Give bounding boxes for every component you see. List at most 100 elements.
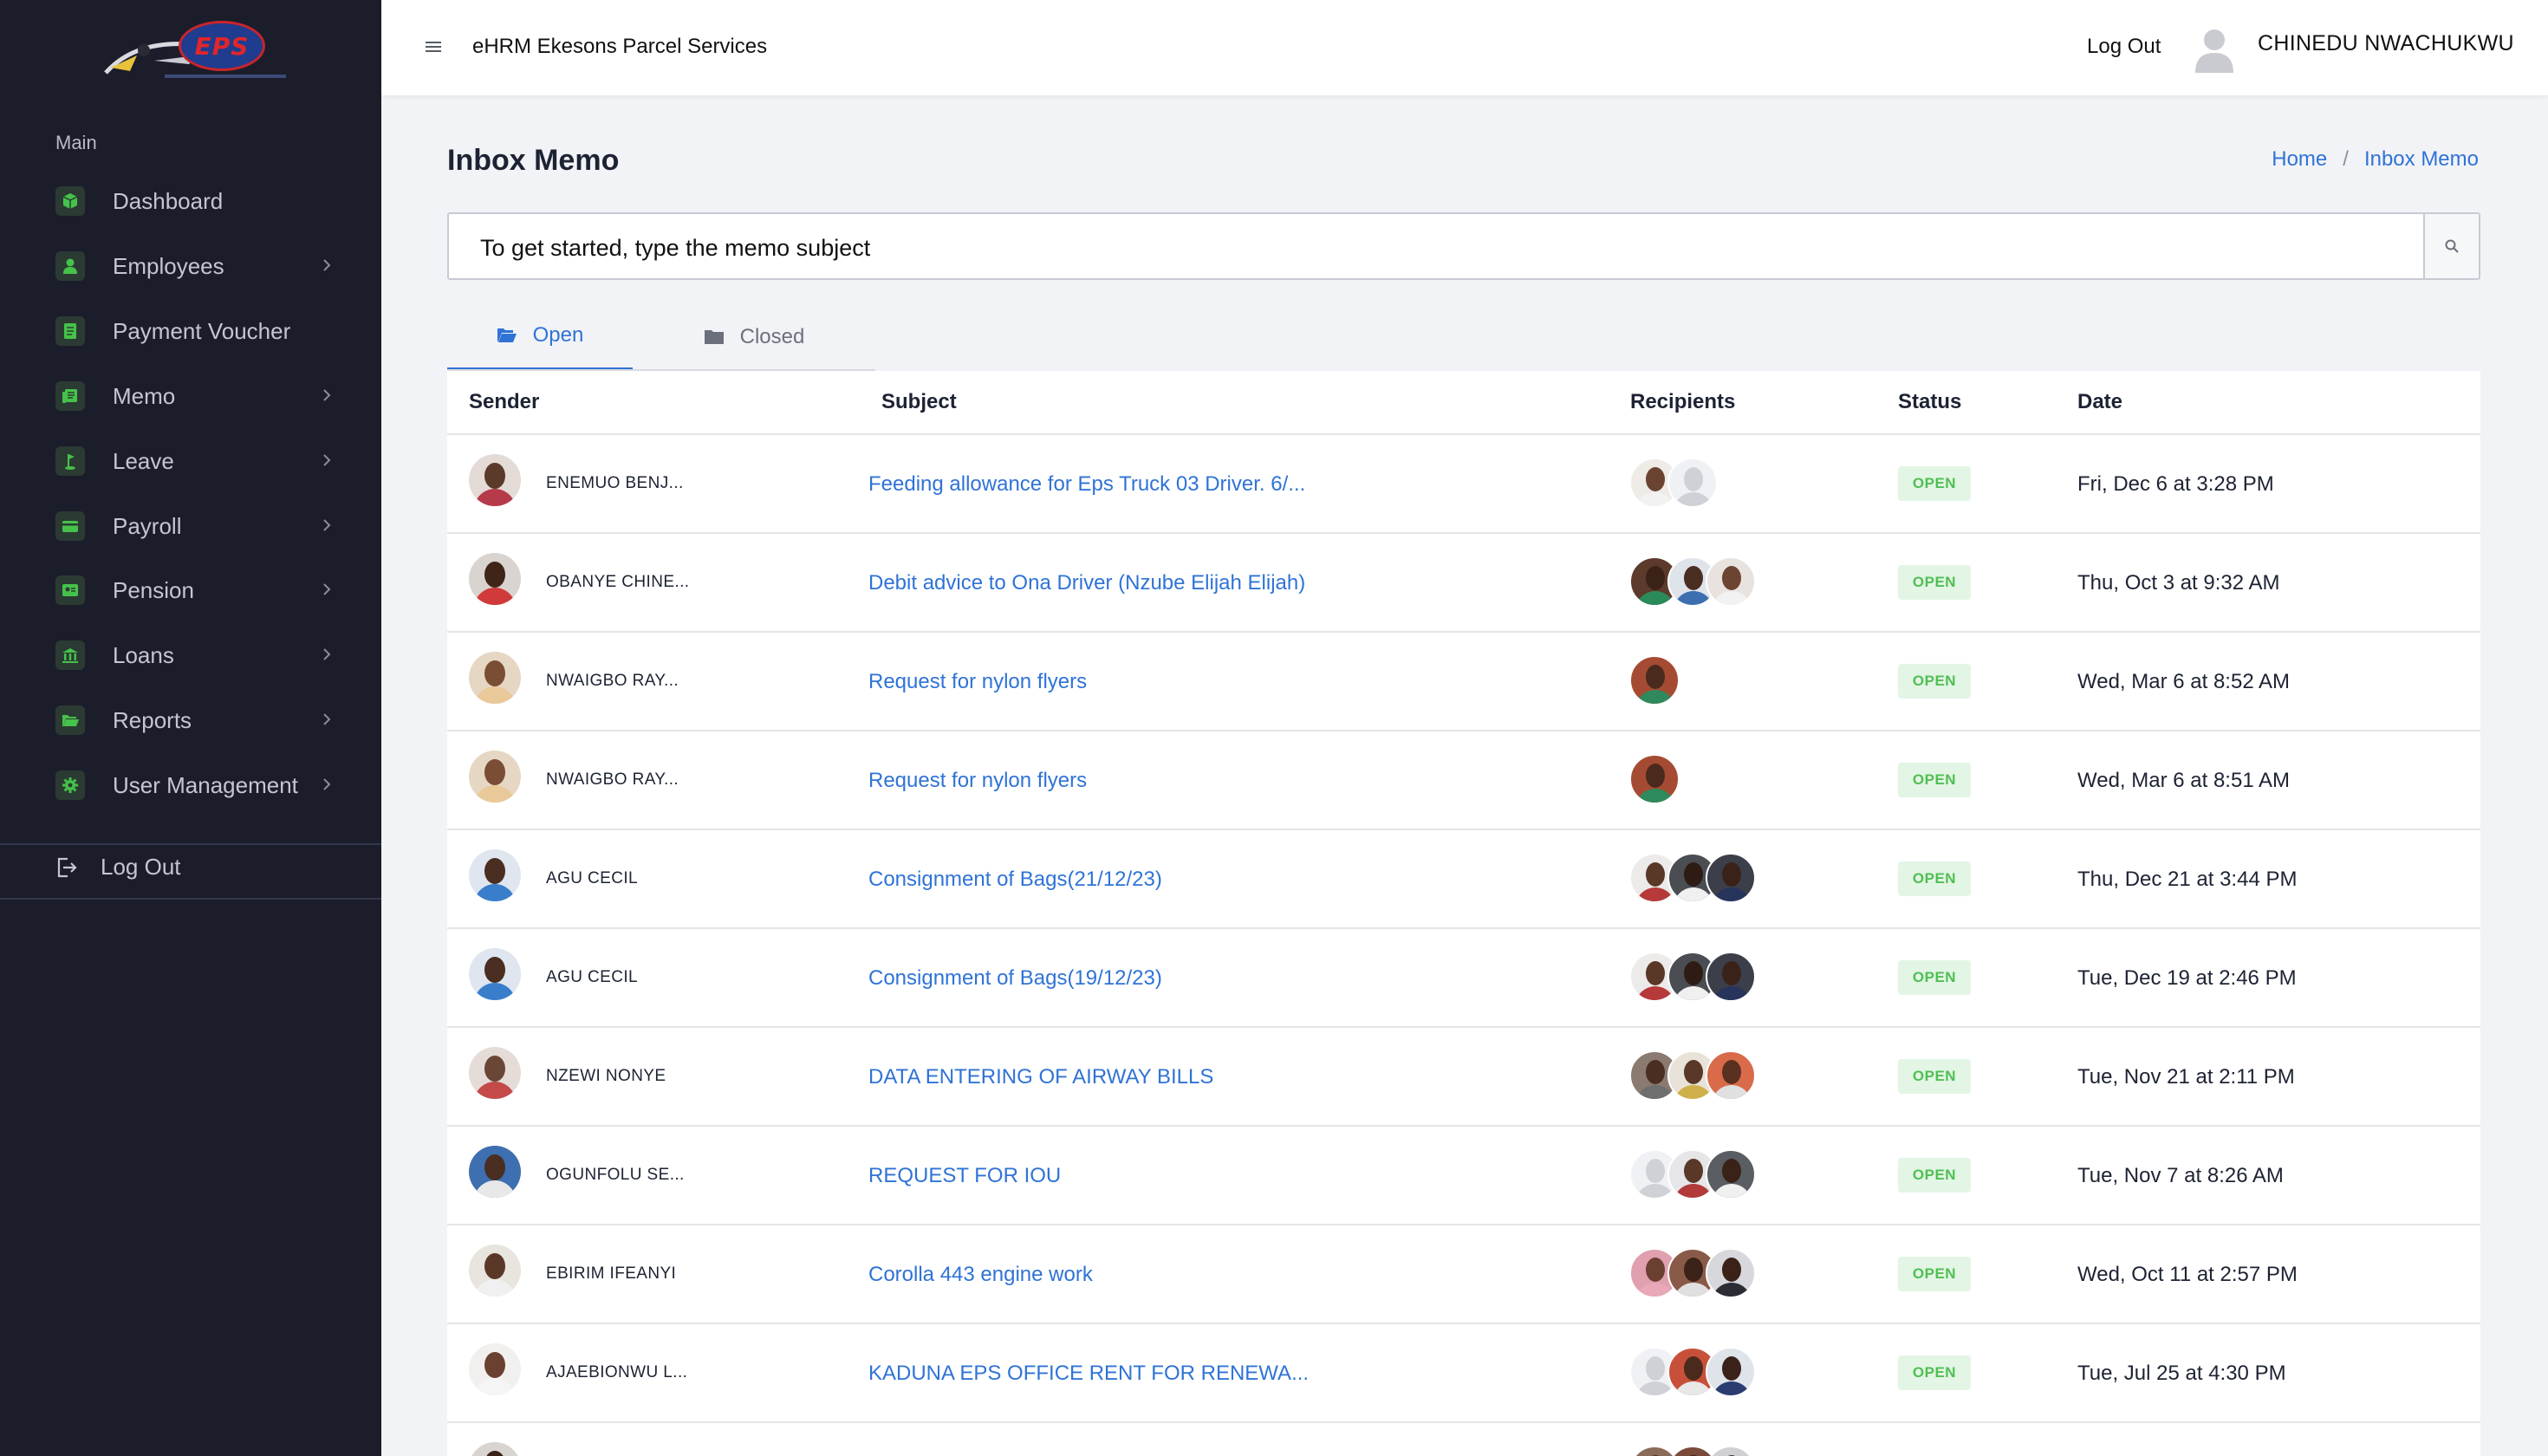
company-logo[interactable]: EPS [102,19,286,81]
column-header-subject[interactable]: Subject [881,390,957,414]
recipient-avatar [1706,952,1756,1002]
sidebar-item-reports[interactable]: Reports [55,698,333,743]
logo-text: EPS [194,31,250,61]
sender-name: AGU CECIL [546,869,639,887]
chevron-right-icon [323,454,331,466]
memo-search-input[interactable] [480,235,2387,262]
folder-icon [704,328,725,346]
search-button[interactable] [2423,214,2479,278]
chevron-right-icon [323,778,331,790]
breadcrumb-current[interactable]: Inbox Memo [2364,147,2479,172]
sidebar-item-label: Leave [113,447,174,474]
hamburger-menu-icon[interactable] [425,40,442,54]
memo-subject-link[interactable]: Corolla 443 engine work [868,1263,1093,1287]
card-icon [55,511,85,541]
table-header: Sender Subject Recipients Status Date [447,371,2480,435]
sidebar-item-memo[interactable]: Memo [55,374,333,419]
memo-date: Wed, Mar 6 at 8:51 AM [2077,769,2291,792]
memo-subject-link[interactable]: Request for nylon flyers [868,769,1087,793]
memo-subject-link[interactable]: Request for nylon flyers [868,670,1087,694]
breadcrumb-home-link[interactable]: Home [2272,147,2327,172]
memo-tabs: Open Closed [447,303,875,371]
table-row[interactable] [447,1423,2480,1456]
sender-avatar [469,652,521,704]
table-row[interactable]: OGUNFOLU SE... REQUEST FOR IOU OPEN Tue,… [447,1127,2480,1225]
memo-subject-link[interactable]: Debit advice to Ona Driver (Nzube Elijah… [868,571,1305,595]
chevron-right-icon [323,389,331,401]
sender-avatar [469,1047,521,1099]
bank-icon [55,640,85,670]
recipient-avatar [1706,853,1756,903]
memo-date: Wed, Oct 11 at 2:57 PM [2077,1263,2298,1286]
table-row[interactable]: EBIRIM IFEANYI Corolla 443 engine work O… [447,1225,2480,1324]
column-header-recipients[interactable]: Recipients [1630,390,1735,414]
app-title: eHRM Ekesons Parcel Services [472,35,768,58]
chevron-right-icon [323,259,331,271]
tab-open[interactable]: Open [447,303,633,371]
memo-subject-link[interactable]: REQUEST FOR IOU [868,1164,1061,1188]
page-title: Inbox Memo [447,144,620,177]
sidebar-item-label: Dashboard [113,187,224,214]
tab-closed-label: Closed [739,325,805,348]
table-row[interactable]: NWAIGBO RAY... Request for nylon flyers … [447,633,2480,731]
sender-name: OBANYE CHINE... [546,573,690,591]
logout-icon [57,857,77,877]
column-header-sender[interactable]: Sender [469,390,539,414]
memo-date: Tue, Dec 19 at 2:46 PM [2077,966,2297,990]
memo-subject-link[interactable]: Consignment of Bags(19/12/23) [868,966,1162,991]
sidebar-item-label: Payment Voucher [113,317,291,344]
sender-name: EBIRIM IFEANYI [546,1264,677,1283]
sidebar-item-dashboard[interactable]: Dashboard [55,179,333,224]
sender-avatar [469,1146,521,1198]
memo-subject-link[interactable]: DATA ENTERING OF AIRWAY BILLS [868,1065,1213,1089]
sidebar-item-label: Pension [113,576,194,603]
table-row[interactable]: ENEMUO BENJ... Feeding allowance for Eps… [447,435,2480,534]
column-header-status[interactable]: Status [1898,390,1961,414]
memo-date: Tue, Nov 21 at 2:11 PM [2077,1065,2295,1089]
recipient-avatar [1629,754,1680,804]
recipient-avatar [1706,1050,1756,1101]
memo-subject-link[interactable]: KADUNA EPS OFFICE RENT FOR RENEWA... [868,1362,1309,1386]
top-logout-link[interactable]: Log Out [2087,35,2161,59]
recipient-avatar [1706,1248,1756,1298]
table-row[interactable]: NWAIGBO RAY... Request for nylon flyers … [447,731,2480,830]
status-badge: OPEN [1898,466,1971,501]
table-row[interactable]: AGU CECIL Consignment of Bags(19/12/23) … [447,929,2480,1028]
recipient-avatar [1706,1347,1756,1397]
user-name[interactable]: CHINEDU NWACHUKWU [2258,31,2514,56]
chevron-right-icon [323,583,331,595]
folder-open-icon [497,327,517,344]
sender-name: ENEMUO BENJ... [546,474,684,492]
sidebar-item-pension[interactable]: Pension [55,568,333,613]
column-header-date[interactable]: Date [2077,390,2122,414]
memo-subject-link[interactable]: Consignment of Bags(21/12/23) [868,868,1162,892]
sidebar-item-user-management[interactable]: User Management [55,763,333,808]
gear-icon [55,770,85,800]
table-row[interactable]: AJAEBIONWU L... KADUNA EPS OFFICE RENT F… [447,1324,2480,1423]
table-row[interactable]: OBANYE CHINE... Debit advice to Ona Driv… [447,534,2480,633]
sidebar-item-loans[interactable]: Loans [55,633,333,678]
breadcrumb: Home / Inbox Memo [2272,147,2479,172]
status-badge: OPEN [1898,960,1971,995]
sidebar-item-employees[interactable]: Employees [55,244,333,289]
sidebar-logout-button[interactable]: Log Out [55,854,181,881]
status-badge: OPEN [1898,1355,1971,1390]
user-avatar-icon[interactable] [2193,24,2236,73]
sidebar-item-label: Employees [113,252,224,279]
memo-table: Sender Subject Recipients Status Date EN… [447,371,2480,1456]
sidebar-logout-label: Log Out [101,854,181,880]
status-badge: OPEN [1898,763,1971,797]
sidebar-item-leave[interactable]: Leave [55,439,333,484]
memo-subject-link[interactable]: Feeding allowance for Eps Truck 03 Drive… [868,472,1305,497]
tab-closed[interactable]: Closed [633,303,875,371]
sidebar-item-label: Memo [113,382,176,409]
table-row[interactable]: NZEWI NONYE DATA ENTERING OF AIRWAY BILL… [447,1028,2480,1127]
table-row[interactable]: AGU CECIL Consignment of Bags(21/12/23) … [447,830,2480,929]
person-icon [55,251,85,281]
sender-name: OGUNFOLU SE... [546,1166,685,1184]
cube-icon [55,186,85,216]
recipient-avatar [1667,458,1718,508]
recipient-avatar [1706,556,1756,607]
sidebar-item-payroll[interactable]: Payroll [55,504,333,549]
sidebar-item-payment-voucher[interactable]: Payment Voucher [55,309,333,354]
